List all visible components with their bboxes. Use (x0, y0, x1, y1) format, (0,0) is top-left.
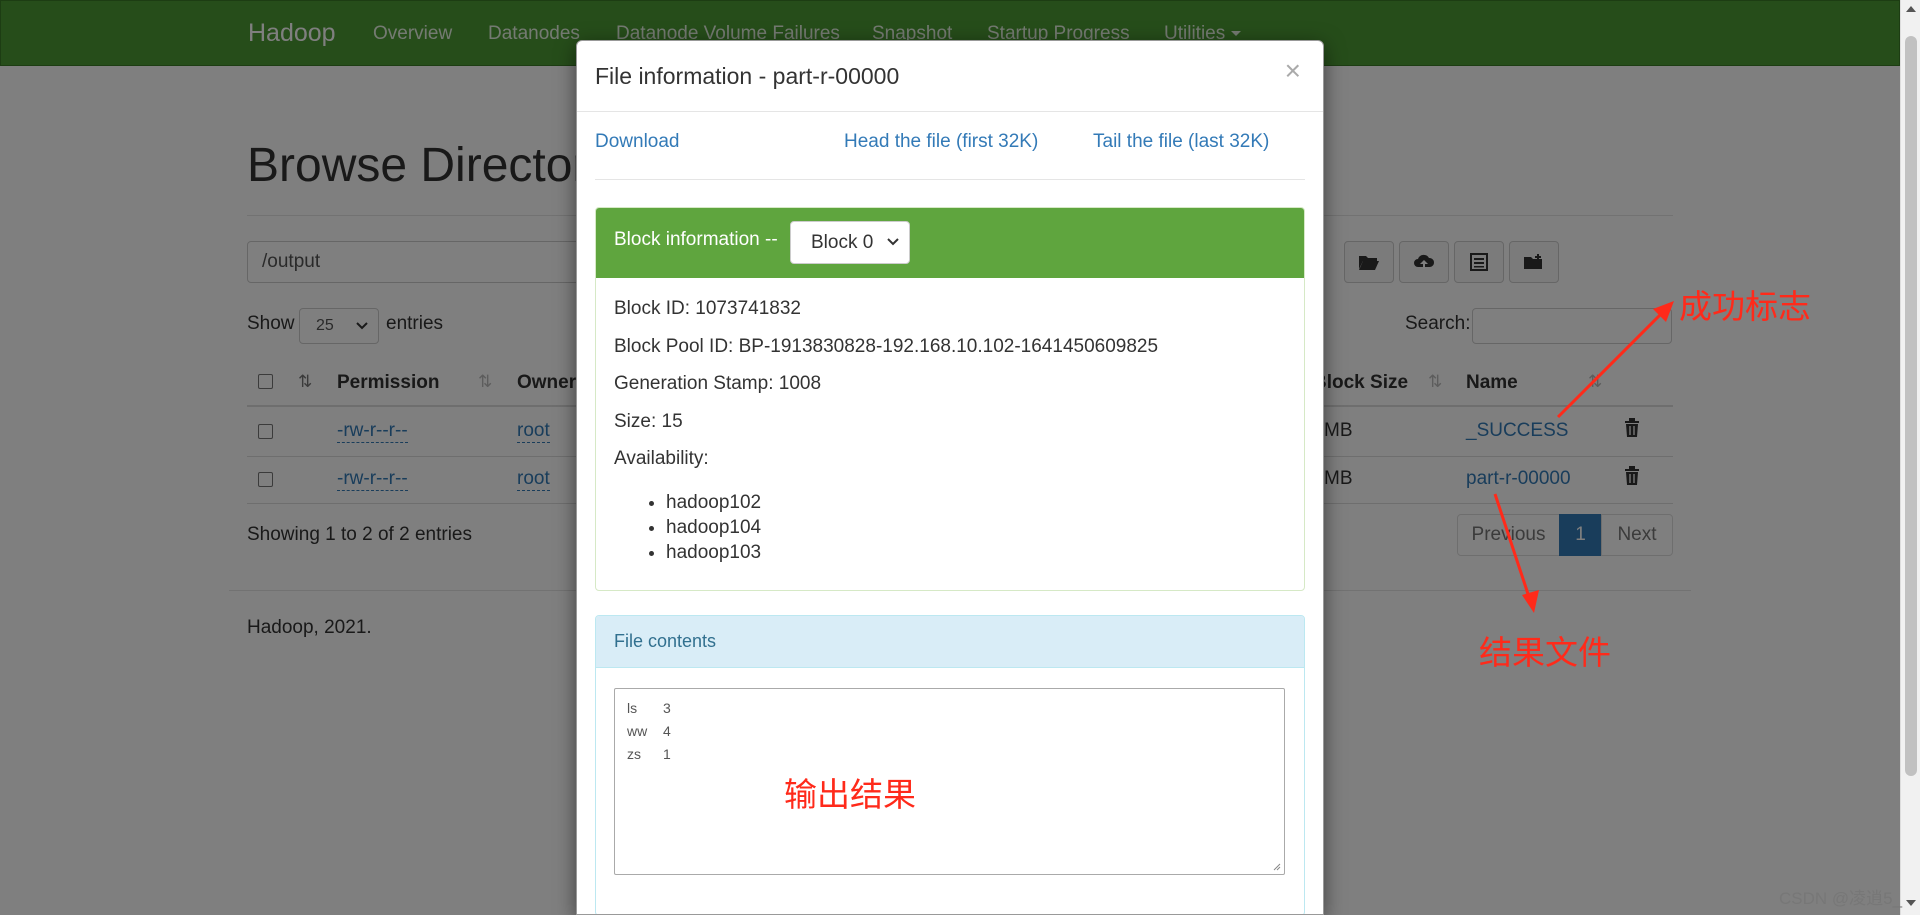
block-size: Size: 15 (614, 411, 683, 432)
content-line: ww 4 (627, 720, 1272, 743)
file-contents-label: File contents (614, 631, 717, 651)
tail-file-link[interactable]: Tail the file (last 32K) (1093, 131, 1269, 153)
file-contents-heading: File contents (596, 616, 1304, 668)
availability-label: Availability: (614, 448, 709, 469)
content-count: 3 (663, 700, 671, 716)
annotation-success-flag: 成功标志 (1679, 287, 1811, 326)
head-file-link[interactable]: Head the file (first 32K) (844, 131, 1038, 153)
modal-title: File information - part-r-00000 (595, 63, 900, 89)
availability-list: hadoop102 hadoop104 hadoop103 (646, 490, 761, 565)
list-item: hadoop103 (666, 540, 761, 565)
content-word: ww (627, 723, 648, 739)
block-info-label: Block information -- (614, 229, 778, 250)
download-link[interactable]: Download (595, 131, 680, 153)
content-line: zs 1 (627, 743, 1272, 766)
annotation-result-file: 结果文件 (1479, 633, 1611, 672)
file-contents-textarea[interactable]: ls 3 ww 4 zs 1 (614, 688, 1285, 875)
block-pool-id: Block Pool ID: BP-1913830828-192.168.10.… (614, 336, 1159, 357)
scroll-thumb[interactable] (1905, 36, 1917, 776)
block-id: Block ID: 1073741832 (614, 298, 801, 319)
content-count: 1 (663, 746, 671, 762)
content-word: zs (627, 746, 641, 762)
file-contents-panel: File contents ls 3 ww 4 zs 1 (595, 615, 1305, 914)
modal-divider (595, 179, 1305, 180)
modal-header: File information - part-r-00000 × (577, 41, 1323, 112)
close-button[interactable]: × (1285, 57, 1301, 85)
file-info-modal: File information - part-r-00000 × Downlo… (576, 40, 1324, 915)
list-item: hadoop102 (666, 490, 761, 515)
chevron-down-icon (887, 238, 899, 246)
content-count: 4 (663, 723, 671, 739)
annotation-output-result: 输出结果 (784, 775, 916, 814)
content-word: ls (627, 700, 638, 716)
scroll-down-icon[interactable] (1906, 900, 1916, 906)
generation-stamp: Generation Stamp: 1008 (614, 373, 822, 394)
block-select-value: Block 0 (811, 232, 874, 253)
block-info-heading: Block information -- Block 0 (596, 208, 1304, 278)
resize-grip-icon[interactable] (1271, 861, 1281, 871)
block-info-panel: Block information -- Block 0 Block ID: 1… (595, 207, 1305, 591)
content-line: ls 3 (627, 697, 1272, 720)
watermark: CSDN @凌逍5_ (1779, 889, 1903, 908)
scroll-up-icon[interactable] (1906, 6, 1916, 12)
page-scrollbar[interactable] (1900, 0, 1920, 915)
block-select[interactable]: Block 0 (790, 221, 910, 264)
list-item: hadoop104 (666, 515, 761, 540)
